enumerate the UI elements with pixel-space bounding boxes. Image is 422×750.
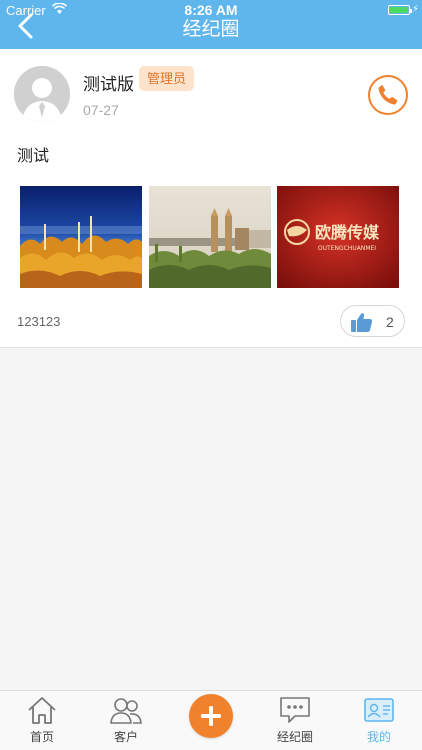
tab-circle-label: 经纪圈 bbox=[276, 730, 313, 744]
like-button[interactable]: 2 bbox=[340, 305, 405, 337]
nav-bar: Carrier 8:26 AM ⚡ 经纪圈 bbox=[0, 0, 422, 49]
username[interactable]: 测试版 bbox=[83, 70, 134, 95]
add-button[interactable] bbox=[189, 694, 233, 738]
home-icon bbox=[28, 697, 56, 724]
post-content: 测试 bbox=[17, 148, 50, 165]
brand-text: 欧腾传媒 bbox=[315, 223, 380, 242]
brand-subtext: OUTENGCHUANMEI bbox=[318, 245, 376, 252]
page-title: 经纪圈 bbox=[182, 19, 240, 40]
tab-customers[interactable]: 客户 bbox=[86, 691, 166, 750]
tab-mine-label: 我的 bbox=[366, 730, 391, 744]
post-photo-3[interactable]: 欧腾传媒 OUTENGCHUANMEI bbox=[277, 186, 399, 288]
tab-home[interactable]: 首页 bbox=[2, 691, 82, 750]
like-count: 2 bbox=[386, 314, 394, 330]
post-photo-2[interactable] bbox=[149, 186, 271, 288]
customers-icon bbox=[110, 698, 142, 724]
post-card: 测试版 管理员 07-27 测试 欧腾传媒 OUTENGCHUANMEI 123… bbox=[0, 49, 422, 348]
post-photo-1[interactable] bbox=[20, 186, 142, 288]
post-date: 07-27 bbox=[83, 102, 119, 118]
tab-mine[interactable]: 我的 bbox=[339, 691, 419, 750]
tab-home-label: 首页 bbox=[29, 730, 54, 744]
tab-customers-label: 客户 bbox=[113, 730, 138, 744]
phone-icon bbox=[378, 85, 398, 105]
plus-icon bbox=[201, 706, 221, 726]
tab-circle[interactable]: 经纪圈 bbox=[255, 691, 335, 750]
admin-badge: 管理员 bbox=[139, 66, 195, 91]
avatar[interactable] bbox=[14, 66, 70, 122]
profile-card-icon bbox=[364, 698, 394, 722]
post-caption: 123123 bbox=[17, 314, 61, 329]
default-user-icon bbox=[14, 66, 70, 122]
chat-icon bbox=[280, 697, 310, 723]
call-button[interactable] bbox=[368, 75, 408, 115]
thumbs-up-icon bbox=[351, 313, 373, 332]
